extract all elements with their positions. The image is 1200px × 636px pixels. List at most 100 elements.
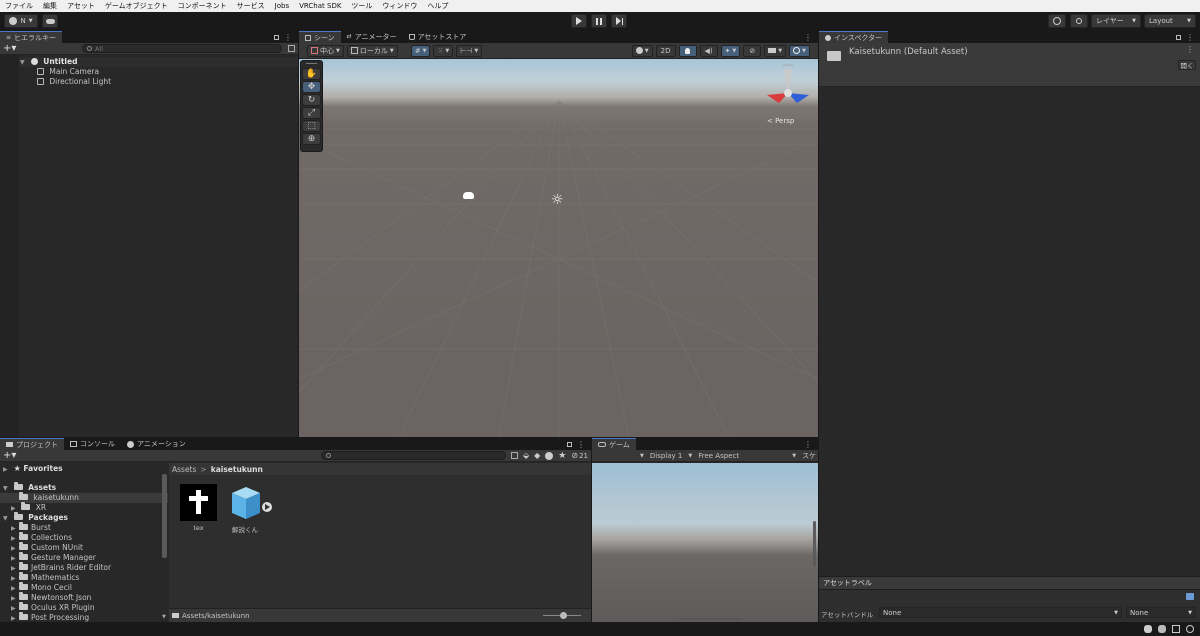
orientation-gizmo[interactable]: < Persp — [757, 59, 817, 129]
bug-icon[interactable] — [1144, 625, 1152, 633]
package-item[interactable]: ▶ Newtonsoft Json — [0, 592, 168, 603]
favorites-row[interactable]: ▶ ★ Favorites — [0, 464, 168, 474]
package-item[interactable]: ▶ Burst — [0, 522, 168, 533]
asset-labels-header[interactable]: アセットラベル — [819, 576, 1200, 590]
tab-project[interactable]: プロジェクト — [0, 438, 64, 450]
expand-arrow-icon[interactable]: ▶ — [11, 614, 19, 622]
folder-item-kaisetukunn[interactable]: kaisetukunn — [0, 492, 168, 503]
lock-icon[interactable] — [567, 441, 572, 447]
tree-scrollbar[interactable] — [162, 474, 167, 558]
hierarchy-search-input[interactable] — [95, 44, 245, 53]
package-item[interactable]: ▶ Post Processing — [0, 612, 168, 622]
cloud-button[interactable] — [42, 14, 58, 28]
tab-console[interactable]: コンソール — [64, 438, 121, 450]
hand-tool-icon[interactable]: ✋ — [302, 68, 321, 80]
pivot-dropdown[interactable]: 中心 ▼ — [307, 44, 344, 57]
cache-server-icon[interactable] — [1172, 625, 1180, 633]
layout-dropdown[interactable]: Layout ▼ — [1144, 14, 1196, 28]
packages-row[interactable]: ▼ Packages — [0, 512, 168, 524]
audio-toggle[interactable]: ◀) — [699, 44, 718, 57]
search-by-type-icon[interactable] — [510, 452, 518, 459]
breadcrumb-current[interactable]: kaisetukunn — [211, 465, 263, 474]
kebab-menu-icon[interactable]: ⋮ — [1186, 45, 1194, 54]
notification-icon[interactable] — [1186, 625, 1194, 633]
chevron-down-icon[interactable]: ▼ — [640, 453, 644, 459]
info-icon[interactable] — [545, 451, 554, 460]
camera-gizmo-icon[interactable] — [463, 192, 474, 199]
menu-component[interactable]: コンポーネント — [173, 0, 232, 12]
open-button[interactable]: 開く — [1178, 60, 1196, 70]
effects-dropdown[interactable]: ✦ ▼ — [720, 44, 741, 57]
package-item[interactable]: ▶ Collections — [0, 532, 168, 543]
menu-vrchat-sdk[interactable]: VRChat SDK — [294, 0, 346, 12]
search-by-label-icon[interactable]: ⬙ — [523, 451, 529, 460]
scale-slider-label[interactable]: スケ — [802, 451, 816, 461]
search-button[interactable] — [1070, 14, 1088, 28]
rect-tool-icon[interactable]: ⬚ — [302, 120, 321, 132]
menu-jobs[interactable]: Jobs — [270, 0, 294, 12]
scene-row[interactable]: ▼ Untitled — [0, 57, 298, 67]
search-filter-icon[interactable] — [288, 45, 295, 52]
assets-row[interactable]: ▼ Assets — [0, 482, 168, 493]
menu-window[interactable]: ウィンドウ — [377, 0, 422, 12]
menu-help[interactable]: ヘルプ — [422, 0, 453, 12]
expand-arrow-icon[interactable]: ▶ — [3, 465, 11, 475]
folder-item-xr[interactable]: ▶ XR — [0, 502, 168, 513]
asset-variant-dropdown[interactable]: None ▼ — [1126, 607, 1196, 618]
hierarchy-search[interactable] — [82, 44, 282, 53]
grid-dropdown[interactable]: ⁙ ▼ — [433, 44, 454, 57]
tab-inspector[interactable]: インスペクター — [819, 31, 889, 43]
draw-mode-dropdown[interactable]: ▼ — [631, 44, 653, 57]
kebab-menu-icon[interactable]: ⋮ — [804, 440, 818, 449]
package-item[interactable]: ▶ Gesture Manager — [0, 552, 168, 563]
rotate-tool-icon[interactable]: ↻ — [302, 94, 321, 106]
lock-icon[interactable] — [274, 34, 279, 40]
display-dropdown[interactable]: Display 1 — [650, 452, 682, 460]
step-button[interactable] — [611, 14, 627, 28]
scale-tool-icon[interactable]: ⤢ — [302, 107, 321, 119]
hidden-objects-toggle[interactable]: ⊘ — [743, 44, 762, 57]
package-item[interactable]: ▶ Mathematics — [0, 572, 168, 583]
add-icon[interactable]: +▾ — [3, 450, 16, 461]
tab-scene[interactable]: シーン — [299, 31, 341, 43]
space-dropdown[interactable]: ローカル ▼ — [346, 44, 398, 57]
star-icon[interactable]: ★ — [558, 451, 566, 461]
lock-icon[interactable] — [1176, 34, 1181, 40]
tag-icon[interactable]: ◆ — [534, 451, 540, 460]
game-hscrollbar[interactable] — [678, 618, 742, 620]
pause-button[interactable] — [591, 14, 607, 28]
asset-thumbnail-prefab[interactable] — [228, 483, 273, 523]
aspect-dropdown[interactable]: Free Aspect — [698, 452, 786, 460]
play-button[interactable] — [571, 14, 587, 28]
package-item[interactable]: ▶ Custom NUnit — [0, 542, 168, 553]
tab-hierarchy[interactable]: ≡ ヒエラルキー — [0, 31, 63, 43]
menu-edit[interactable]: 編集 — [38, 0, 62, 12]
2d-toggle[interactable]: 2D — [655, 44, 676, 57]
history-button[interactable] — [1048, 14, 1066, 28]
move-tool-icon[interactable]: ✥ — [302, 81, 321, 93]
perspective-label[interactable]: < Persp — [767, 117, 794, 125]
add-icon[interactable]: +▾ — [3, 43, 16, 54]
hierarchy-item-main-camera[interactable]: Main Camera — [0, 67, 298, 77]
package-item[interactable]: ▶ Oculus XR Plugin — [0, 602, 168, 613]
kebab-menu-icon[interactable]: ⋮ — [1186, 33, 1194, 42]
project-search[interactable] — [320, 451, 506, 460]
menu-gameobject[interactable]: ゲームオブジェクト — [100, 0, 173, 12]
hidden-packages-toggle[interactable]: ⊘ 21 — [571, 451, 588, 460]
expand-arrow-icon[interactable]: ▼ — [20, 58, 28, 68]
hierarchy-item-directional-light[interactable]: Directional Light — [0, 77, 298, 87]
menu-assets[interactable]: アセット — [62, 0, 100, 12]
tab-animation[interactable]: アニメーション — [121, 438, 192, 450]
menu-services[interactable]: サービス — [232, 0, 270, 12]
package-item[interactable]: ▶ Mono Cecil — [0, 582, 168, 593]
kebab-menu-icon[interactable]: ⋮ — [804, 33, 818, 42]
kebab-menu-icon[interactable]: ⋮ — [577, 440, 585, 449]
increment-snap-dropdown[interactable]: ⊢⊣ ▼ — [456, 44, 483, 57]
drag-handle-icon[interactable] — [306, 63, 317, 67]
menu-tools[interactable]: ツール — [346, 0, 377, 12]
label-tag-icon[interactable] — [1186, 593, 1194, 600]
game-viewport[interactable] — [592, 463, 818, 622]
package-item[interactable]: ▶ JetBrains Rider Editor — [0, 562, 168, 573]
expand-arrow-icon[interactable]: ▼ — [3, 514, 11, 524]
layers-dropdown[interactable]: レイヤー ▼ — [1091, 14, 1141, 28]
